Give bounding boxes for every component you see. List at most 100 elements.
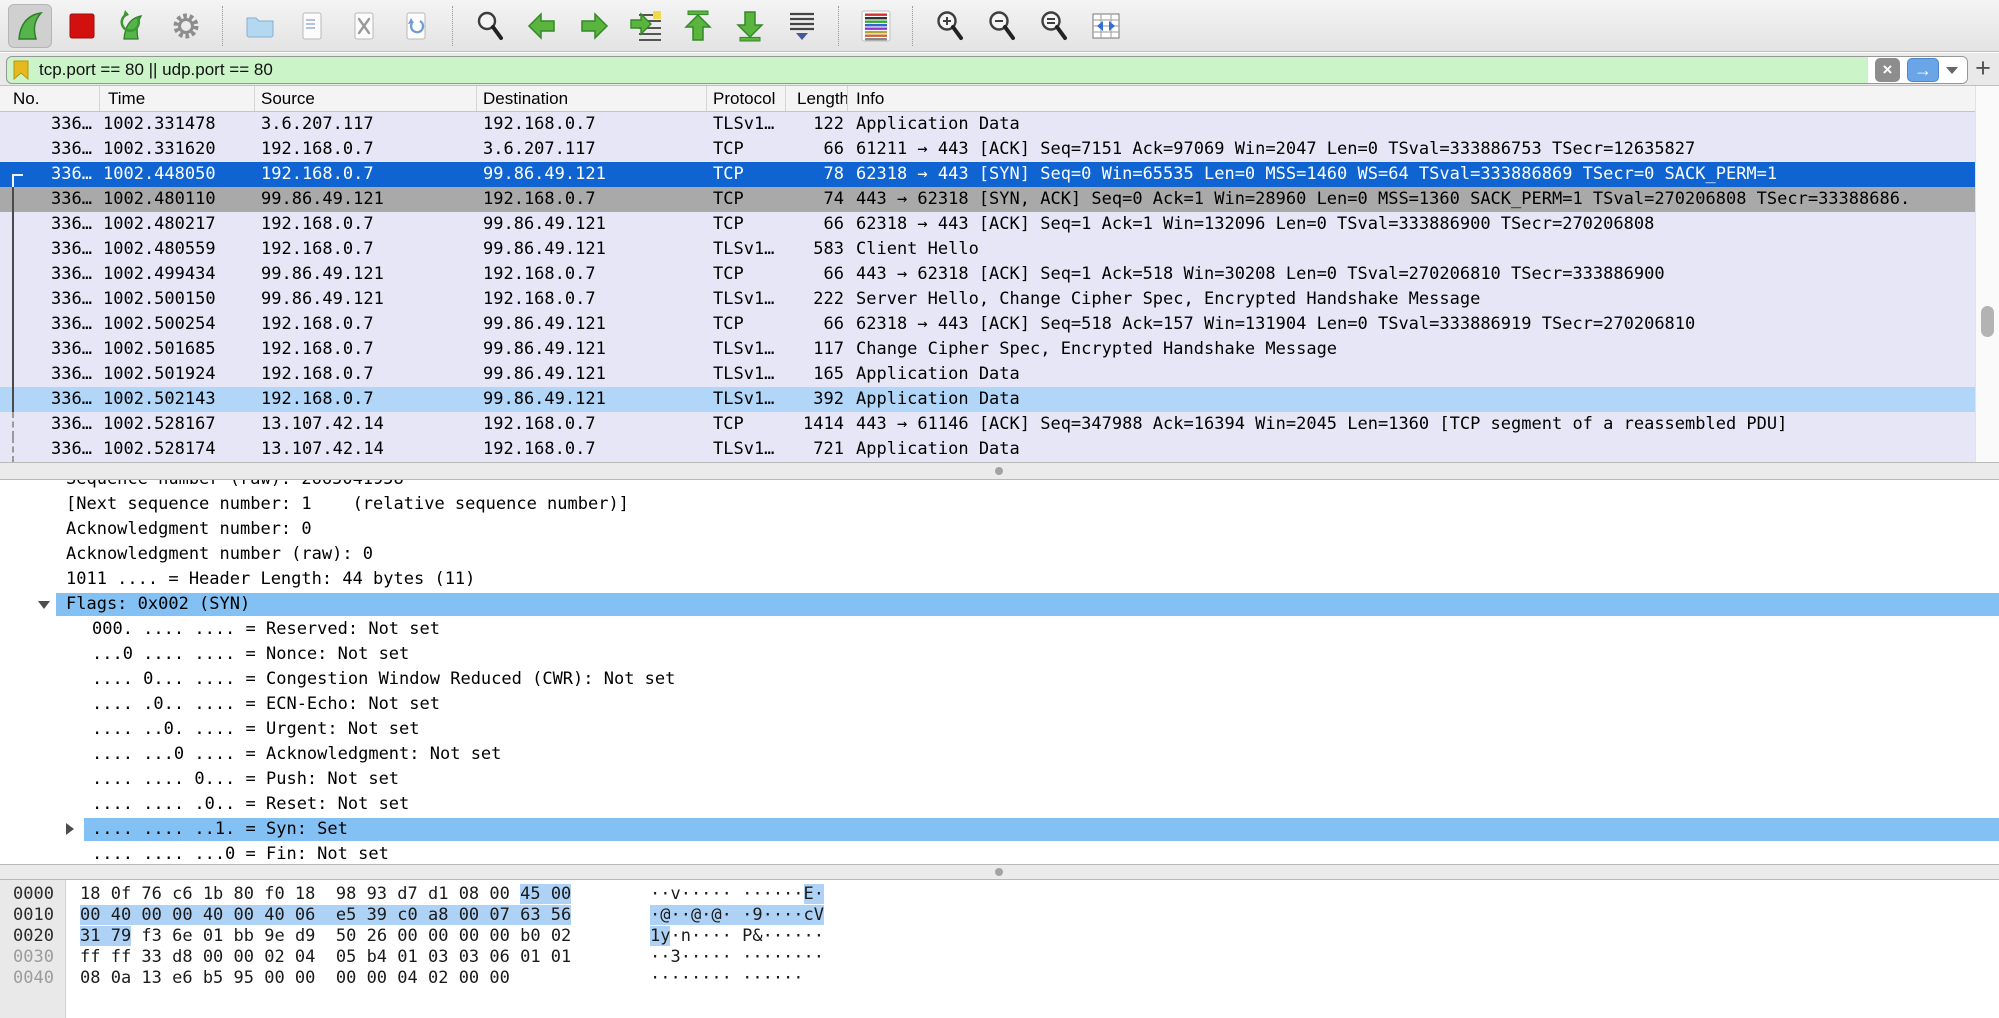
conversation-marker (12, 237, 23, 262)
conversation-marker (12, 387, 23, 412)
detail-row[interactable]: .... .... 0... = Push: Not set (0, 767, 1999, 792)
hex-row[interactable]: 004008 0a 13 e6 b5 95 00 00 00 00 04 02 … (0, 968, 1999, 989)
hex-row[interactable]: 0030ff ff 33 d8 00 00 02 04 05 b4 01 03 … (0, 947, 1999, 968)
expander-collapsed-icon[interactable] (66, 823, 74, 835)
detail-row[interactable]: ...0 .... .... = Nonce: Not set (0, 642, 1999, 667)
zoom-out-button[interactable] (980, 4, 1024, 48)
conversation-marker (12, 212, 23, 237)
find-packet-button[interactable] (468, 4, 512, 48)
filter-add-button[interactable]: + (1971, 54, 1995, 82)
pane-splitter-bottom[interactable] (0, 864, 1999, 880)
filter-dropdown-caret[interactable] (1946, 67, 1958, 74)
auto-scroll-button[interactable] (780, 4, 824, 48)
save-file-icon (295, 9, 329, 43)
zoom-in-icon (933, 9, 967, 43)
packet-row[interactable]: 336…1002.501924192.168.0.799.86.49.121TL… (0, 362, 1975, 387)
conversation-first-marker (12, 174, 23, 187)
restart-fin-icon (117, 9, 151, 43)
unrelated-conversation-marker (12, 437, 23, 462)
detail-row-flags-selected[interactable]: Flags: 0x002 (SYN) (0, 592, 1999, 617)
go-to-top-button[interactable] (676, 4, 720, 48)
unrelated-conversation-marker (12, 412, 23, 437)
hex-row[interactable]: 000018 0f 76 c6 1b 80 f0 18 98 93 d7 d1 … (0, 884, 1999, 905)
wireshark-fin-icon (13, 9, 47, 43)
expander-expanded-icon[interactable] (38, 601, 50, 609)
stop-icon (65, 9, 99, 43)
conversation-marker (12, 187, 23, 212)
zoom-reset-button[interactable] (1032, 4, 1076, 48)
detail-row[interactable]: .... .... ...0 = Fin: Not set (0, 842, 1999, 864)
packet-row[interactable]: 336…1002.50015099.86.49.121192.168.0.7TL… (0, 287, 1975, 312)
go-forward-button[interactable] (572, 4, 616, 48)
packet-list-scrollbar[interactable] (1975, 86, 1999, 462)
reload-file-icon (399, 9, 433, 43)
close-file-button[interactable] (342, 4, 386, 48)
packet-row[interactable]: 336…1002.480559192.168.0.799.86.49.121TL… (0, 237, 1975, 262)
auto-scroll-icon (785, 9, 819, 43)
conversation-marker (12, 362, 23, 387)
reload-file-button[interactable] (394, 4, 438, 48)
resize-columns-button[interactable] (1084, 4, 1128, 48)
column-header-time[interactable]: Time (100, 86, 255, 111)
detail-row[interactable]: .... ..0. .... = Urgent: Not set (0, 717, 1999, 742)
detail-row[interactable]: [Next sequence number: 1 (relative seque… (0, 492, 1999, 517)
hex-row[interactable]: 002031 79 f3 6e 01 bb 9e d9 50 26 00 00 … (0, 926, 1999, 947)
hex-row[interactable]: 001000 40 00 00 40 00 40 06 e5 39 c0 a8 … (0, 905, 1999, 926)
open-file-button[interactable] (238, 4, 282, 48)
restart-capture-button[interactable] (112, 4, 156, 48)
scrollbar-thumb[interactable] (1981, 306, 1994, 337)
detail-row[interactable]: .... .0.. .... = ECN-Echo: Not set (0, 692, 1999, 717)
detail-row-syn-selected[interactable]: .... .... ..1. = Syn: Set (0, 817, 1999, 842)
detail-row[interactable]: .... .... .0.. = Reset: Not set (0, 792, 1999, 817)
pane-splitter-top[interactable] (0, 462, 1999, 480)
filter-clear-button[interactable]: × (1875, 58, 1900, 82)
detail-row[interactable]: 1011 .... = Header Length: 44 bytes (11) (0, 567, 1999, 592)
go-to-bottom-button[interactable] (728, 4, 772, 48)
packet-row[interactable]: 336…1002.331620192.168.0.73.6.207.117TCP… (0, 137, 1975, 162)
packet-row[interactable]: 336…1002.502143192.168.0.799.86.49.121TL… (0, 387, 1975, 412)
stop-capture-button[interactable] (60, 4, 104, 48)
splitter-handle-icon (995, 868, 1003, 876)
column-header-source[interactable]: Source (255, 86, 477, 111)
packet-row[interactable]: 336…1002.501685192.168.0.799.86.49.121TL… (0, 337, 1975, 362)
display-filter-input[interactable]: tcp.port == 80 || udp.port == 80 × → (6, 56, 1968, 84)
zoom-reset-icon (1037, 9, 1071, 43)
packet-row[interactable]: 336…1002.480217192.168.0.799.86.49.121TC… (0, 212, 1975, 237)
search-icon (473, 9, 507, 43)
filter-apply-button[interactable]: → (1907, 58, 1939, 82)
filter-text[interactable]: tcp.port == 80 || udp.port == 80 (39, 60, 273, 80)
packet-list: 336…1002.3314783.6.207.117192.168.0.7TLS… (0, 112, 1975, 462)
arrow-left-icon (525, 9, 559, 43)
zoom-in-button[interactable] (928, 4, 972, 48)
capture-options-button[interactable] (164, 4, 208, 48)
start-capture-button[interactable] (8, 4, 52, 48)
packet-row[interactable]: 336…1002.52817413.107.42.14192.168.0.7TL… (0, 437, 1975, 462)
packet-row[interactable]: 336…1002.3314783.6.207.117192.168.0.7TLS… (0, 112, 1975, 137)
column-header-protocol[interactable]: Protocol (707, 86, 786, 111)
display-filter-bar: tcp.port == 80 || udp.port == 80 × → + (0, 53, 1999, 86)
colorize-button[interactable] (854, 4, 898, 48)
filter-bookmark-icon[interactable] (13, 60, 29, 80)
packet-row[interactable]: 336…1002.52816713.107.42.14192.168.0.7TC… (0, 412, 1975, 437)
column-header-destination[interactable]: Destination (477, 86, 707, 111)
detail-row[interactable]: .... ...0 .... = Acknowledgment: Not set (0, 742, 1999, 767)
main-toolbar (0, 0, 1999, 52)
detail-row[interactable]: Acknowledgment number: 0 (0, 517, 1999, 542)
packet-row[interactable]: 336…1002.500254192.168.0.799.86.49.121TC… (0, 312, 1975, 337)
arrow-right-icon (577, 9, 611, 43)
detail-row[interactable]: Sequence number (raw): 2665041958 (0, 480, 1999, 492)
column-header-no[interactable]: No. (0, 86, 100, 111)
detail-row[interactable]: 000. .... .... = Reserved: Not set (0, 617, 1999, 642)
toolbar-separator (912, 6, 914, 46)
packet-row[interactable]: 336…1002.49943499.86.49.121192.168.0.7TC… (0, 262, 1975, 287)
go-to-packet-button[interactable] (624, 4, 668, 48)
packet-bytes-pane: 000018 0f 76 c6 1b 80 f0 18 98 93 d7 d1 … (0, 880, 1999, 1018)
save-file-button[interactable] (290, 4, 334, 48)
detail-row[interactable]: .... 0... .... = Congestion Window Reduc… (0, 667, 1999, 692)
go-back-button[interactable] (520, 4, 564, 48)
column-header-length[interactable]: Length (786, 86, 848, 111)
packet-row-selected[interactable]: 336…1002.448050192.168.0.799.86.49.121TC… (0, 162, 1975, 187)
detail-row[interactable]: Acknowledgment number (raw): 0 (0, 542, 1999, 567)
column-header-info[interactable]: Info (848, 86, 1999, 111)
packet-row[interactable]: 336…1002.48011099.86.49.121192.168.0.7TC… (0, 187, 1975, 212)
